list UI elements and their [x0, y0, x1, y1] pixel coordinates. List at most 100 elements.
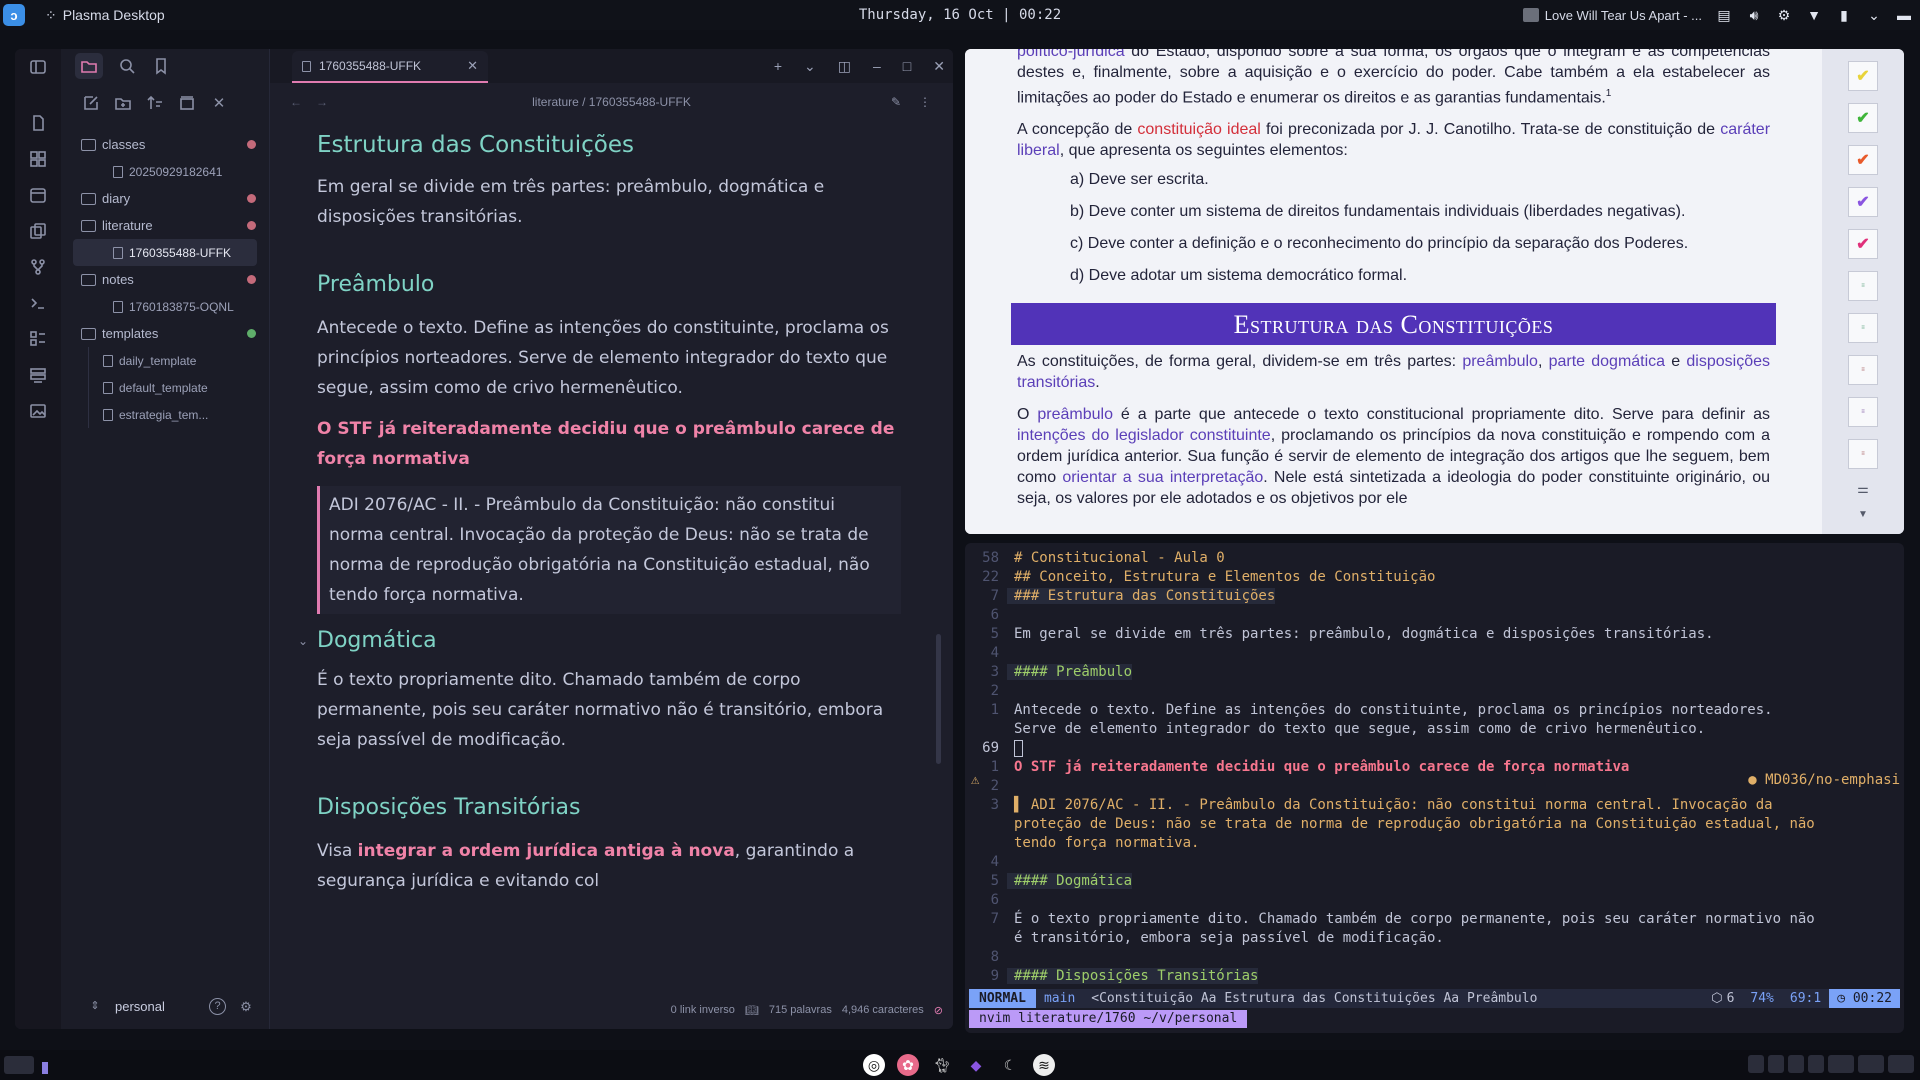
- volume-icon[interactable]: 🔊︎: [1746, 7, 1762, 23]
- desktop-1[interactable]: [4, 1056, 34, 1074]
- nvim-buffer[interactable]: 58 # Constitucional - Aula 0 22 ## Conceito…: [965, 550, 1904, 987]
- plasma-launcher-icon[interactable]: ↄ: [3, 4, 25, 26]
- maximize-icon[interactable]: □: [903, 58, 911, 74]
- vault-switcher[interactable]: ⇕ personal ? ⚙: [61, 991, 270, 1021]
- dashboard-icon[interactable]: [28, 329, 48, 349]
- settings-icon[interactable]: ⚙: [1776, 7, 1792, 23]
- edit-pencil-icon[interactable]: ✎: [891, 95, 901, 109]
- pdf-link[interactable]: preâmbulo: [1037, 406, 1113, 423]
- file-default-template[interactable]: default_template: [89, 374, 257, 401]
- battery-icon[interactable]: ▮: [1836, 7, 1852, 23]
- thumbnail-check-icon[interactable]: ✔: [1848, 103, 1878, 133]
- sidebar-toggle-icon[interactable]: [28, 57, 48, 77]
- thumbnail-check-icon[interactable]: ✔: [1848, 61, 1878, 91]
- reading-icon[interactable]: 📖︎: [745, 1004, 759, 1017]
- folder-classes[interactable]: classes: [61, 131, 269, 158]
- image-icon[interactable]: [28, 401, 48, 421]
- tab-list-icon[interactable]: ⌄: [804, 58, 816, 75]
- line-number: 69: [982, 740, 999, 756]
- wifi-icon[interactable]: ▼: [1806, 7, 1822, 23]
- breadcrumb[interactable]: literature / 1760355488-UFFK: [270, 95, 953, 109]
- terminal-icon[interactable]: [28, 293, 48, 313]
- tray-app-icon[interactable]: [1808, 1055, 1824, 1073]
- clipboard-icon[interactable]: ▤: [1716, 7, 1732, 23]
- folder-tab-icon[interactable]: [75, 53, 103, 79]
- search-icon[interactable]: [117, 56, 137, 76]
- scroll-down-icon[interactable]: ▼: [1858, 509, 1868, 520]
- tray-app-icon[interactable]: [1748, 1055, 1764, 1073]
- folder-notes[interactable]: notes: [61, 266, 269, 293]
- new-tab-icon[interactable]: +: [774, 58, 782, 74]
- sliders-icon[interactable]: ⚌: [1857, 481, 1869, 497]
- thumbnail-page[interactable]: ≡: [1848, 397, 1878, 427]
- cat-app-icon[interactable]: 🐈︎: [931, 1054, 953, 1076]
- thumbnail-page[interactable]: ≡: [1848, 439, 1878, 469]
- gear-icon[interactable]: ⚙: [236, 996, 256, 1016]
- fold-chevron-icon[interactable]: ⌄: [298, 634, 308, 648]
- active-app[interactable]: ⁘ Plasma Desktop: [45, 7, 165, 24]
- sort-icon[interactable]: [145, 93, 165, 113]
- database-icon[interactable]: [28, 365, 48, 385]
- flower-app-icon[interactable]: ✿: [897, 1054, 919, 1076]
- forward-icon[interactable]: →: [316, 95, 328, 109]
- calendar-icon[interactable]: [28, 185, 48, 205]
- git-icon[interactable]: [28, 257, 48, 277]
- pdf-link[interactable]: preâmbulo: [1462, 353, 1538, 370]
- tray-app-icon[interactable]: [1858, 1055, 1884, 1073]
- pdf-link[interactable]: político-jurídica: [1017, 49, 1125, 60]
- new-folder-icon[interactable]: [113, 93, 133, 113]
- show-desktop-icon[interactable]: ▬: [1896, 7, 1912, 23]
- thumbnail-check-icon[interactable]: ✔: [1848, 229, 1878, 259]
- tray-app-icon[interactable]: [1828, 1055, 1854, 1073]
- thumbnail-page[interactable]: ≡: [1848, 313, 1878, 343]
- tray-app-icon[interactable]: [1768, 1055, 1784, 1073]
- spotify-icon[interactable]: ≋: [1033, 1054, 1055, 1076]
- tray-expand-icon[interactable]: ⌄: [1866, 7, 1882, 23]
- footnote-ref[interactable]: 1: [1606, 88, 1612, 99]
- bookmark-icon[interactable]: [151, 56, 171, 76]
- files-icon[interactable]: [28, 113, 48, 133]
- pdf-link[interactable]: intenções do legislador constituinte: [1017, 427, 1271, 444]
- tray-app-icon[interactable]: [1888, 1055, 1914, 1073]
- copy-icon[interactable]: [28, 221, 48, 241]
- obsidian-icon[interactable]: ◆: [965, 1054, 987, 1076]
- section-dogmatica: ⌄ Dogmática: [298, 628, 901, 653]
- media-title[interactable]: Love Will Tear Us Apart - ...: [1545, 8, 1702, 23]
- tmux-window-label[interactable]: nvim literature/1760 ~/v/personal: [969, 1010, 1248, 1028]
- close-window-icon[interactable]: ✕: [933, 58, 945, 75]
- tab-note[interactable]: 1760355488-UFFK ✕: [292, 51, 488, 83]
- file-estrategia-template[interactable]: estrategia_tem...: [89, 401, 257, 428]
- thumbnail-page[interactable]: ≡: [1848, 271, 1878, 301]
- more-options-icon[interactable]: ⋮: [919, 95, 931, 109]
- desktop-2[interactable]: [42, 1062, 48, 1074]
- folder-templates[interactable]: templates: [61, 320, 269, 347]
- tray-app-icon[interactable]: [1788, 1055, 1804, 1073]
- scrollbar[interactable]: [936, 634, 941, 764]
- backlinks-count[interactable]: 0 link inverso: [671, 1004, 735, 1016]
- obs-icon[interactable]: ◎: [863, 1054, 885, 1076]
- minimize-icon[interactable]: –: [873, 58, 881, 74]
- new-note-icon[interactable]: [81, 93, 101, 113]
- close-icon[interactable]: ✕: [209, 93, 229, 113]
- folder-diary[interactable]: diary: [61, 185, 269, 212]
- clock[interactable]: Thursday, 16 Oct | 00:22: [859, 7, 1061, 23]
- folder-icon: [81, 192, 96, 205]
- sync-off-icon[interactable]: ⊘: [934, 1004, 943, 1017]
- thumbnail-check-icon[interactable]: ✔: [1848, 145, 1878, 175]
- thumbnail-page[interactable]: ≡: [1848, 355, 1878, 385]
- file-daily-template[interactable]: daily_template: [89, 347, 257, 374]
- graph-view-icon[interactable]: [28, 149, 48, 169]
- back-icon[interactable]: ←: [290, 95, 302, 109]
- collapse-all-icon[interactable]: [177, 93, 197, 113]
- help-icon[interactable]: ?: [209, 997, 226, 1015]
- moon-app-icon[interactable]: ☾: [999, 1054, 1021, 1076]
- tab-close-icon[interactable]: ✕: [467, 58, 478, 74]
- folder-literature[interactable]: literature: [61, 212, 269, 239]
- pdf-link[interactable]: parte dogmática: [1549, 353, 1666, 370]
- pdf-link[interactable]: orientar a sua interpretação: [1062, 469, 1263, 486]
- file-1760183875-oqnl[interactable]: 1760183875-OQNL: [73, 293, 257, 320]
- file-20250929182641[interactable]: 20250929182641: [73, 158, 257, 185]
- file-1760355488-uffk[interactable]: 1760355488-UFFK: [73, 239, 257, 266]
- thumbnail-check-icon[interactable]: ✔: [1848, 187, 1878, 217]
- split-view-icon[interactable]: ◫: [838, 58, 851, 75]
